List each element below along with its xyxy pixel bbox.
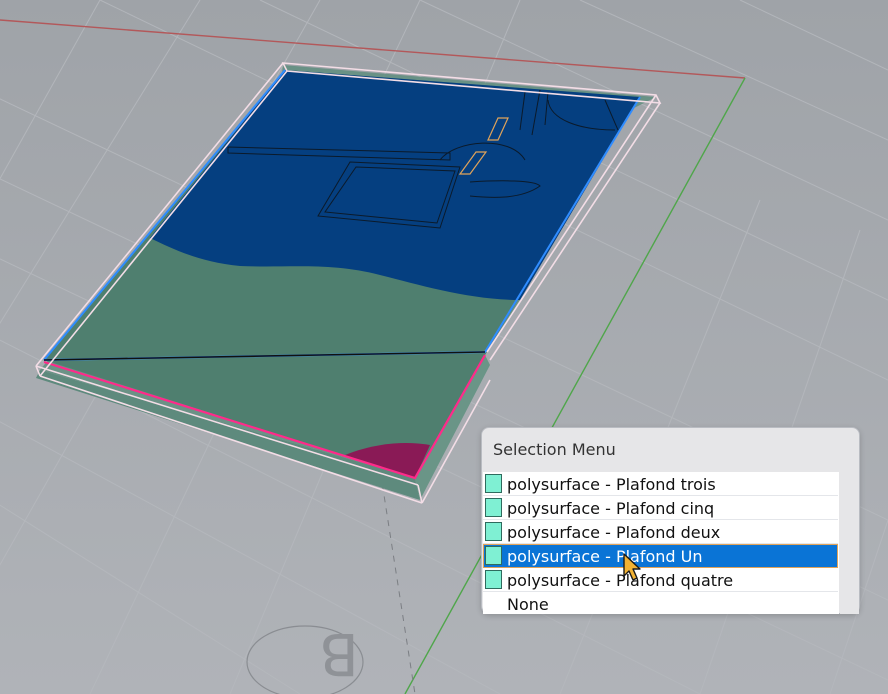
menu-item-label: polysurface - Plafond cinq [507,499,715,518]
selection-menu-list[interactable]: polysurface - Plafond trois polysurface … [483,472,839,614]
menu-item-label: polysurface - Plafond Un [507,547,703,566]
color-swatch [485,570,502,589]
selection-menu[interactable]: Selection Menu polysurface - Plafond tro… [481,427,860,614]
color-swatch [485,522,502,541]
cplane-watermark-letter: B [319,620,359,688]
color-swatch [485,498,502,517]
menu-item-label: polysurface - Plafond quatre [507,571,734,590]
menu-item-none[interactable]: None [483,592,838,616]
color-swatch [485,546,502,565]
menu-item-plafond-trois[interactable]: polysurface - Plafond trois [483,472,838,496]
menu-item-label: None [507,595,549,614]
menu-item-plafond-cinq[interactable]: polysurface - Plafond cinq [483,496,838,520]
menu-item-plafond-un[interactable]: polysurface - Plafond Un [483,544,838,568]
arrow-cursor-icon [623,553,641,581]
menu-item-plafond-deux[interactable]: polysurface - Plafond deux [483,520,838,544]
selection-menu-title: Selection Menu [493,440,616,459]
menu-item-label: polysurface - Plafond deux [507,523,721,542]
color-swatch [485,474,502,493]
menu-scrollbar-track[interactable] [840,472,859,614]
menu-item-plafond-quatre[interactable]: polysurface - Plafond quatre [483,568,838,592]
menu-item-label: polysurface - Plafond trois [507,475,716,494]
